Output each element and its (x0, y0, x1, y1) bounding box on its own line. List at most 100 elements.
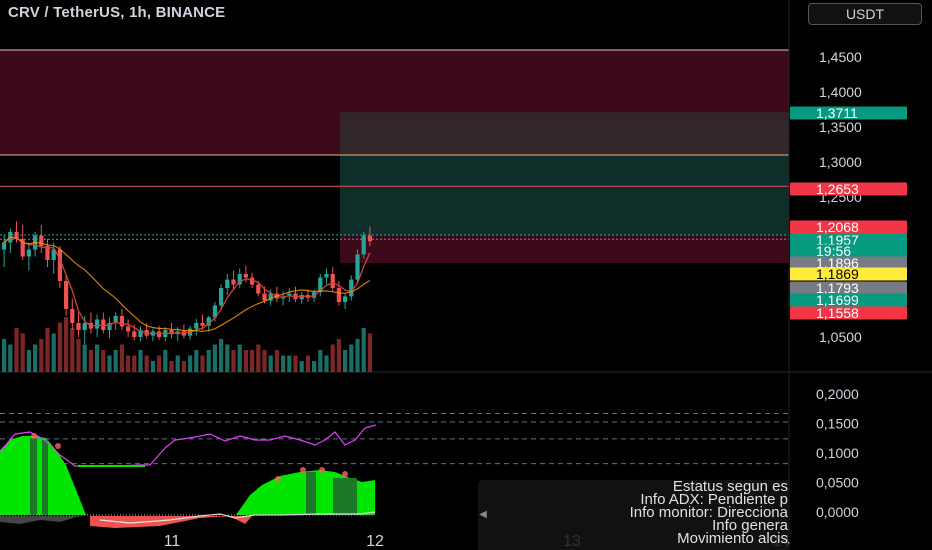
volume-bar (2, 339, 7, 372)
volume-bar (107, 355, 112, 372)
volume-bar (287, 355, 292, 372)
volume-bar (57, 322, 62, 372)
volume-bar (45, 328, 50, 372)
histogram-bar-dark (306, 472, 316, 515)
volume-bar (324, 355, 329, 372)
candle-body (26, 249, 31, 257)
candle-body (336, 288, 341, 302)
volume-bar (8, 344, 13, 372)
volume-bar (188, 355, 193, 372)
volume-bar (26, 350, 31, 372)
volume-bar (343, 350, 348, 372)
price-label-text: 1,1558 (816, 305, 859, 321)
volume-bar (39, 339, 44, 372)
volume-bar (200, 355, 205, 372)
symbol-title[interactable]: CRV / TetherUS, 1h, BINANCE (8, 4, 225, 21)
volume-bar (144, 355, 149, 372)
trading-chart[interactable]: 1,45001,40001,35001,30001,25001,05001,37… (0, 0, 932, 550)
volume-bar (274, 350, 279, 372)
candle-body (132, 331, 137, 337)
volume-bar (181, 361, 186, 372)
volume-bar (76, 339, 81, 372)
signal-dot (275, 476, 281, 482)
volume-bar (212, 344, 217, 372)
volume-bar (330, 344, 335, 372)
volume-bar (312, 361, 317, 372)
volume-bar (70, 328, 75, 372)
target-zone (340, 155, 789, 236)
candle-body (324, 274, 329, 278)
volume-bar (349, 344, 354, 372)
price-tick-label: 1,4000 (819, 84, 862, 100)
candle-body (243, 274, 248, 278)
candle-body (194, 323, 199, 329)
candle-body (361, 235, 366, 255)
candle-body (330, 274, 335, 288)
volume-bar (175, 355, 180, 372)
indicator-tick-label: 0,0000 (816, 504, 859, 520)
volume-bar (101, 350, 106, 372)
currency-button[interactable]: USDT (808, 3, 922, 25)
candle-body (76, 323, 81, 330)
candle-body (39, 235, 44, 246)
volume-bar (305, 355, 310, 372)
candle-body (2, 242, 7, 250)
indicator-tick-label: 0,0500 (816, 475, 859, 491)
volume-bar (250, 350, 255, 372)
candle-body (119, 316, 124, 327)
volume-bar (268, 355, 273, 372)
candle-body (82, 323, 87, 330)
candle-body (262, 293, 267, 301)
candle-body (95, 319, 100, 329)
indicator-tick-label: 0,1000 (816, 445, 859, 461)
candle-body (355, 254, 360, 280)
volume-bar (88, 350, 93, 372)
volume-bar (231, 350, 236, 372)
histogram-area-grey (0, 516, 80, 524)
volume-bar (119, 344, 124, 372)
candle-body (256, 284, 261, 294)
volume-bar (367, 333, 372, 372)
candle-body (126, 326, 131, 332)
price-tick-label: 1,3000 (819, 154, 862, 170)
volume-bar (281, 355, 286, 372)
histogram-bar-dark (30, 438, 37, 515)
indicator-tick-label: 0,1500 (816, 416, 859, 432)
price-label-text: 1,2653 (816, 181, 859, 197)
price-tick-label: 1,0500 (819, 329, 862, 345)
signal-dot (300, 467, 306, 473)
volume-bar (194, 350, 199, 372)
candle-body (349, 279, 354, 297)
volume-bar (82, 344, 87, 372)
volume-bar (51, 333, 56, 372)
candle-body (64, 281, 69, 309)
price-tick-label: 1,3500 (819, 119, 862, 135)
volume-bar (219, 339, 224, 372)
indicator-tick-label: 0,2000 (816, 386, 859, 402)
volume-bar (126, 355, 131, 372)
volume-bar (163, 350, 168, 372)
candle-body (367, 235, 372, 242)
info-panel: ◀ Estatus segun es Info ADX: Pendiente p… (478, 480, 788, 550)
candle-body (200, 323, 205, 326)
volume-bar (225, 344, 230, 372)
volume-bar (150, 361, 155, 372)
time-tick-label: 11 (164, 533, 181, 550)
volume-bar (113, 350, 118, 372)
candle-body (70, 309, 75, 323)
volume-bar (299, 361, 304, 372)
volume-bar (206, 350, 211, 372)
signal-dot (319, 467, 325, 473)
volume-bar (157, 355, 162, 372)
target-zone-grey (340, 112, 789, 155)
volume-bar (361, 328, 366, 372)
signal-dot (342, 471, 348, 477)
volume-bar (355, 339, 360, 372)
volume-bar (132, 355, 137, 372)
volume-bar (20, 333, 25, 372)
collapse-arrow-icon[interactable]: ◀ (478, 480, 488, 550)
volume-bar (169, 361, 174, 372)
volume-bar (14, 328, 19, 372)
candle-body (231, 279, 236, 285)
volume-bar (318, 350, 323, 372)
